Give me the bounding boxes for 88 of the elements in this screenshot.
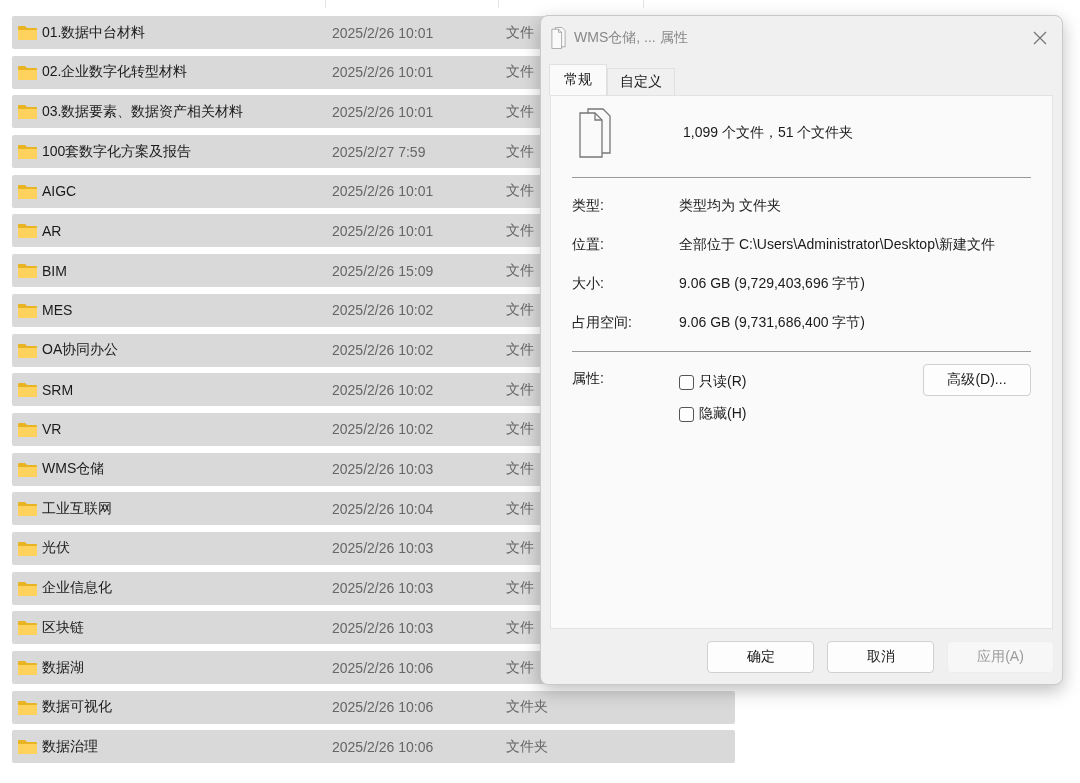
folder-icon bbox=[18, 104, 37, 120]
folder-name: BIM bbox=[42, 262, 68, 279]
checkbox[interactable] bbox=[679, 374, 694, 390]
folder-icon bbox=[18, 342, 37, 358]
file-type: 文件 bbox=[506, 182, 534, 201]
checkbox[interactable] bbox=[679, 406, 694, 422]
file-type: 文件 bbox=[506, 221, 534, 240]
modified-date: 2025/2/26 10:03 bbox=[332, 619, 435, 636]
modified-date: 2025/2/26 10:06 bbox=[332, 699, 435, 716]
file-type: 文件 bbox=[506, 658, 534, 677]
modified-date: 2025/2/26 10:02 bbox=[332, 302, 435, 319]
modified-date: 2025/2/26 10:02 bbox=[332, 421, 435, 438]
file-type: 文件 bbox=[506, 579, 534, 598]
tab[interactable]: 常规 bbox=[549, 64, 607, 95]
modified-date: 2025/2/26 10:01 bbox=[332, 103, 435, 120]
window-title: WMS仓储, ... 属性 bbox=[574, 28, 689, 47]
folder-name: 02.企业数字化转型材料 bbox=[42, 63, 189, 82]
modified-date: 2025/2/27 7:59 bbox=[332, 143, 427, 160]
folder-icon bbox=[18, 183, 37, 199]
file-type: 文件 bbox=[506, 261, 534, 280]
folder-name: OA协同办公 bbox=[42, 341, 120, 359]
file-type: 文件 bbox=[506, 23, 534, 42]
folder-icon bbox=[18, 25, 37, 40]
modified-date: 2025/2/26 10:03 bbox=[332, 461, 435, 478]
modified-date: 2025/2/26 10:01 bbox=[332, 64, 435, 81]
folder-icon bbox=[18, 144, 37, 160]
folder-name: WMS仓储 bbox=[42, 460, 106, 479]
folder-name: AIGC bbox=[42, 183, 78, 200]
folder-row[interactable]: 数据治理 2025/2/26 10:06 文件夹 bbox=[12, 730, 735, 764]
folder-icon bbox=[18, 620, 37, 636]
folder-icon bbox=[18, 540, 37, 556]
folder-icon bbox=[18, 580, 37, 596]
file-type: 文件 bbox=[506, 460, 534, 479]
file-type: 文件 bbox=[506, 499, 534, 518]
folder-icon bbox=[18, 660, 37, 675]
modified-date: 2025/2/26 10:06 bbox=[332, 738, 435, 755]
folder-name: 数据可视化 bbox=[42, 698, 113, 717]
modified-date: 2025/2/26 10:02 bbox=[332, 342, 435, 358]
file-type: 文件 bbox=[506, 102, 534, 121]
folder-name: 工业互联网 bbox=[42, 499, 113, 518]
tab[interactable]: 自定义 bbox=[607, 68, 675, 95]
modified-date: 2025/2/26 10:06 bbox=[332, 659, 435, 676]
folder-name: AR bbox=[42, 222, 63, 239]
modified-date: 2025/2/26 10:01 bbox=[332, 183, 435, 200]
folder-icon bbox=[18, 421, 37, 437]
modified-date: 2025/2/26 10:01 bbox=[332, 24, 435, 41]
file-type: 文件 bbox=[506, 420, 534, 439]
folder-icon bbox=[18, 739, 37, 755]
documents-icon bbox=[579, 108, 611, 158]
folder-name: 数据治理 bbox=[42, 737, 99, 756]
folder-name: 03.数据要素、数据资产相关材料 bbox=[42, 102, 245, 121]
folder-row[interactable]: 数据可视化 2025/2/26 10:06 文件夹 bbox=[12, 690, 735, 724]
modified-date: 2025/2/26 10:01 bbox=[332, 222, 435, 239]
file-type: 文件 bbox=[506, 618, 534, 637]
folder-icon bbox=[18, 64, 37, 80]
file-type: 文件 bbox=[506, 380, 534, 399]
folder-icon bbox=[18, 461, 37, 477]
folder-name: 100套数字化方案及报告 bbox=[42, 142, 193, 161]
file-type: 文件夹 bbox=[506, 698, 548, 717]
folder-icon bbox=[18, 223, 37, 239]
file-type: 文件 bbox=[506, 63, 534, 82]
file-type: 文件夹 bbox=[506, 737, 548, 756]
file-type: 文件 bbox=[506, 142, 534, 161]
folder-name: 企业信息化 bbox=[42, 579, 113, 598]
folder-icon bbox=[18, 501, 37, 517]
file-type: 文件 bbox=[506, 341, 534, 359]
documents-icon bbox=[551, 26, 566, 49]
dialog-button[interactable]: 确定 bbox=[707, 641, 814, 673]
modified-date: 2025/2/26 10:03 bbox=[332, 580, 435, 597]
file-type: 文件 bbox=[506, 301, 534, 320]
modified-date: 2025/2/26 10:04 bbox=[332, 500, 435, 517]
dialog-button[interactable]: 取消 bbox=[827, 641, 934, 673]
folder-name: 光伏 bbox=[42, 539, 71, 558]
folder-name: MES bbox=[42, 302, 74, 319]
modified-date: 2025/2/26 10:03 bbox=[332, 540, 435, 557]
folder-name: 区块链 bbox=[42, 618, 85, 637]
folder-name: 01.数据中台材料 bbox=[42, 23, 147, 42]
folder-name: SRM bbox=[42, 381, 75, 398]
modified-date: 2025/2/26 10:02 bbox=[332, 381, 435, 398]
folder-name: VR bbox=[42, 421, 63, 438]
folder-icon bbox=[18, 382, 37, 398]
file-type: 文件 bbox=[506, 539, 534, 558]
folder-icon bbox=[18, 263, 37, 279]
modified-date: 2025/2/26 15:09 bbox=[332, 262, 435, 279]
folder-icon bbox=[18, 302, 37, 318]
folder-name: 数据湖 bbox=[42, 658, 85, 677]
advanced-button[interactable]: 高级(D)... bbox=[923, 364, 1031, 396]
folder-icon bbox=[18, 699, 37, 715]
